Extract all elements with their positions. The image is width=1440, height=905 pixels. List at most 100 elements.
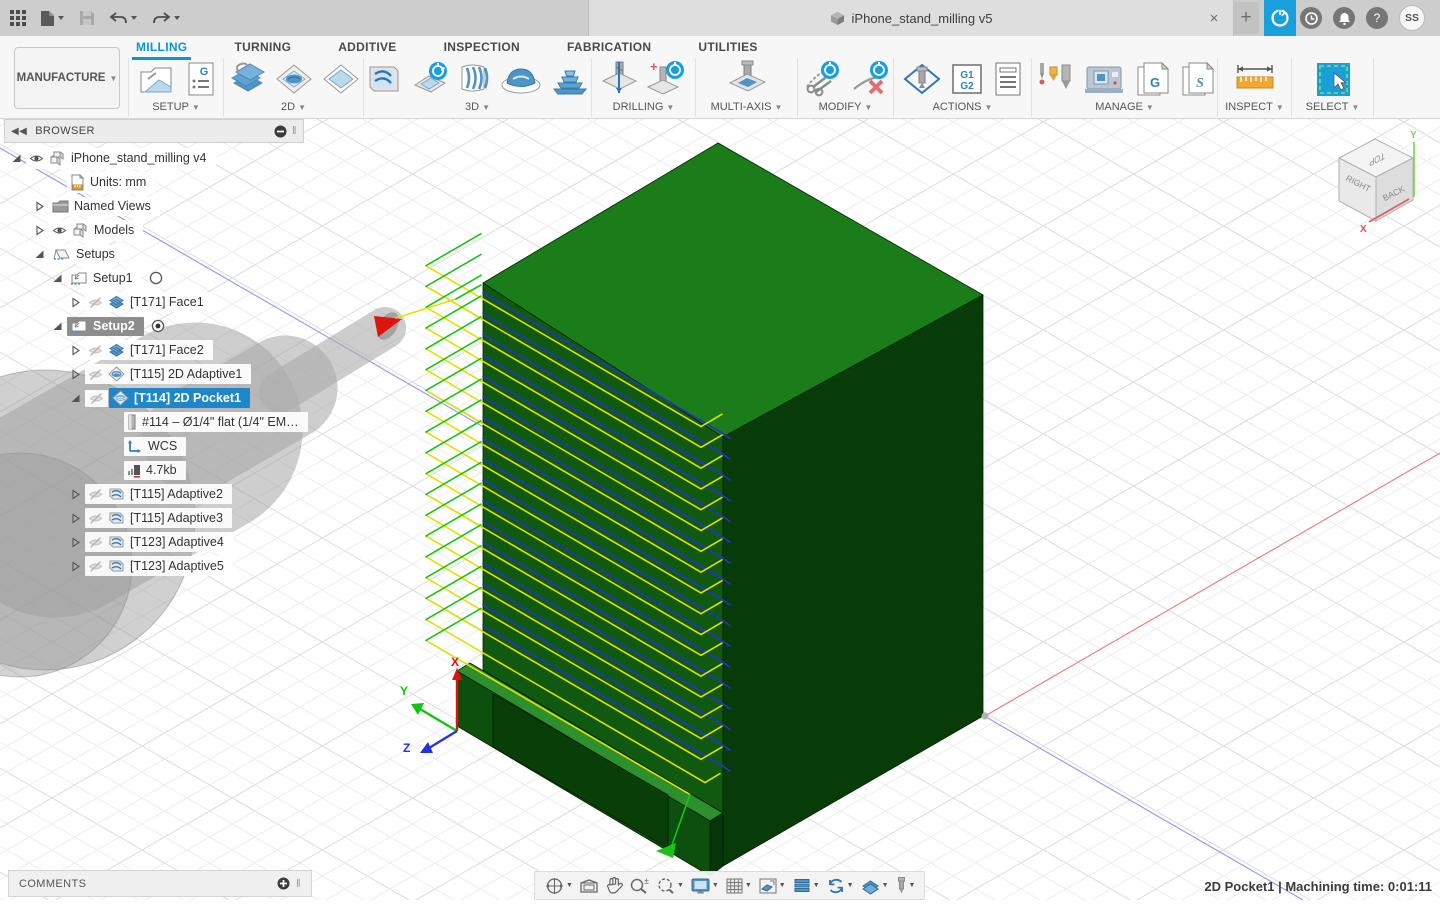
panel-grip[interactable]: ‖ <box>296 878 301 890</box>
expand-arrow-icon[interactable] <box>69 488 82 500</box>
measure-icon[interactable] <box>1230 59 1280 99</box>
expand-arrow-icon[interactable] <box>69 560 82 572</box>
browser-row-named-views[interactable]: Named Views <box>4 194 304 218</box>
multi-axis-icon[interactable] <box>724 59 770 99</box>
spiral-3d-icon[interactable] <box>548 59 592 99</box>
browser-node-iphone-stand-milling-v4[interactable]: iPhone_stand_milling v4 <box>26 147 216 169</box>
group-label-setup[interactable]: SETUP ▼ <box>152 99 200 116</box>
active-setup-radio[interactable] <box>151 319 165 333</box>
fit-icon[interactable]: ▼ <box>653 876 687 895</box>
refresh-icon[interactable]: ▼ <box>823 877 857 895</box>
delete-toolpath-icon[interactable] <box>848 59 892 99</box>
face-2d-icon[interactable] <box>226 59 268 99</box>
pan-icon[interactable] <box>602 876 626 895</box>
pocket-2d-icon[interactable] <box>320 59 362 99</box>
collapse-arrow-icon[interactable] <box>51 273 64 284</box>
expand-arrow-icon[interactable] <box>69 512 82 524</box>
collapse-arrow-icon[interactable] <box>51 321 64 332</box>
expand-arrow-icon[interactable] <box>69 536 82 548</box>
browser-row-setup1[interactable]: Setup1 <box>4 266 304 290</box>
file-menu-icon[interactable] <box>40 10 65 27</box>
post-process-icon[interactable] <box>901 59 943 99</box>
group-label-3d[interactable]: 3D ▼ <box>465 99 490 116</box>
group-label-drilling[interactable]: DRILLING ▼ <box>613 99 675 116</box>
visibility-eye-icon[interactable] <box>85 389 108 407</box>
document-tab[interactable]: iPhone_stand_milling v5 × <box>588 0 1234 36</box>
visibility-eye-icon[interactable] <box>52 224 67 237</box>
expand-arrow-icon[interactable] <box>33 200 46 212</box>
tab-milling[interactable]: MILLING <box>131 36 192 60</box>
help-icon[interactable]: ? <box>1366 7 1388 29</box>
browser-node-t115-adaptive2[interactable]: [T115] Adaptive2 <box>85 484 232 504</box>
undo-icon[interactable] <box>109 11 138 25</box>
expand-arrow-icon[interactable] <box>33 224 46 236</box>
group-label-multi-axis[interactable]: MULTI-AXIS ▼ <box>711 99 783 116</box>
visibility-eye-icon[interactable] <box>88 560 103 573</box>
orbit-icon[interactable]: ▼ <box>541 876 576 896</box>
tab-inspection[interactable]: INSPECTION <box>442 36 522 58</box>
browser-row-t115-adaptive2[interactable]: [T115] Adaptive2 <box>4 482 304 506</box>
adaptive-2d-icon[interactable] <box>273 59 315 99</box>
browser-node-models[interactable]: Models <box>49 219 144 241</box>
browser-row-t115-2d-adaptive1[interactable]: [T115] 2D Adaptive1 <box>4 362 304 386</box>
browser-row-models[interactable]: Models <box>4 218 304 242</box>
browser-node-named-views[interactable]: Named Views <box>49 196 160 216</box>
visibility-eye-icon[interactable] <box>29 152 44 165</box>
post-library-icon[interactable]: G <box>1132 59 1172 99</box>
stock-visibility-icon[interactable]: ▼ <box>857 877 892 895</box>
minimize-browser-icon[interactable] <box>274 125 287 138</box>
browser-node-t115-2d-adaptive1[interactable]: [T115] 2D Adaptive1 <box>85 364 252 384</box>
browser-node-setups[interactable]: Setups <box>49 244 124 264</box>
machine-library-icon[interactable] <box>1081 59 1127 99</box>
zoom-icon[interactable]: ± <box>626 876 653 895</box>
expand-arrow-icon[interactable] <box>69 368 82 380</box>
tab-utilities[interactable]: UTILITIES <box>696 36 759 58</box>
browser-node-wcs[interactable]: WCS <box>124 436 187 456</box>
grid-settings-icon[interactable]: ▼ <box>722 877 755 895</box>
browser-node-setup1[interactable]: Setup1 <box>67 268 142 288</box>
tab-additive[interactable]: ADDITIVE <box>336 36 398 58</box>
browser-row-t115-adaptive3[interactable]: [T115] Adaptive3 <box>4 506 304 530</box>
tab-turning[interactable]: TURNING <box>232 36 293 58</box>
comments-panel[interactable]: COMMENTS ‖ <box>8 870 312 897</box>
browser-row-t171-face1[interactable]: [T171] Face1 <box>4 290 304 314</box>
template-library-icon[interactable]: S <box>1177 59 1217 99</box>
trim-toolpath-icon[interactable] <box>799 59 843 99</box>
tab-fabrication[interactable]: FABRICATION <box>565 36 653 58</box>
browser-row-t123-adaptive4[interactable]: [T123] Adaptive4 <box>4 530 304 554</box>
look-at-icon[interactable] <box>576 877 602 895</box>
viewports-icon[interactable]: ▼ <box>755 877 789 895</box>
collapse-panel-icon[interactable]: ◀◀ <box>11 126 27 137</box>
browser-node-t171-face2[interactable]: [T171] Face2 <box>85 340 213 360</box>
browser-row-setups[interactable]: Setups <box>4 242 304 266</box>
redo-icon[interactable] <box>152 11 181 25</box>
tool-library-icon[interactable] <box>1032 59 1076 99</box>
stock-model[interactable] <box>456 142 984 877</box>
visibility-eye-icon[interactable] <box>88 344 103 357</box>
active-setup-radio[interactable] <box>149 271 163 285</box>
flow-3d-icon[interactable] <box>456 59 494 99</box>
visibility-eye-icon[interactable] <box>88 368 103 381</box>
browser-row-t114-2d-pocket1[interactable]: [T114] 2D Pocket1 <box>4 386 304 410</box>
workspace-selector[interactable]: MANUFACTURE ▼ <box>14 47 120 109</box>
selection-icon[interactable] <box>1312 59 1354 99</box>
drill-extension-icon[interactable]: + <box>644 59 688 99</box>
browser-row-setup2[interactable]: Setup2 <box>4 314 304 338</box>
setup-icon[interactable] <box>136 59 178 99</box>
toolpath-steps-icon[interactable]: ▼ <box>789 877 823 894</box>
extension-3d-icon[interactable] <box>409 59 451 99</box>
drill-icon[interactable] <box>599 59 639 99</box>
tool-visibility-icon[interactable]: ▼ <box>892 876 919 895</box>
job-status-icon[interactable] <box>1300 7 1322 29</box>
browser-node-t123-adaptive4[interactable]: [T123] Adaptive4 <box>85 532 233 552</box>
browser-row-iphone-stand-milling-v4[interactable]: iPhone_stand_milling v4 <box>4 146 304 170</box>
browser-node-units-mm[interactable]: Units: mm <box>67 171 156 193</box>
close-tab-icon[interactable]: × <box>1204 8 1224 28</box>
browser-row-114-1-4-flat-1-4-em[interactable]: #114 – Ø1/4" flat (1/4" EM… <box>4 410 308 434</box>
browser-row-units-mm[interactable]: Units: mm <box>4 170 304 194</box>
user-avatar[interactable]: SS <box>1399 5 1425 31</box>
collapse-arrow-icon[interactable] <box>33 249 46 260</box>
browser-node-114-1-4-flat-1-4-em[interactable]: #114 – Ø1/4" flat (1/4" EM… <box>124 412 308 432</box>
notifications-bell-icon[interactable] <box>1333 7 1355 29</box>
browser-node-t114-2d-pocket1[interactable]: [T114] 2D Pocket1 <box>109 388 250 408</box>
